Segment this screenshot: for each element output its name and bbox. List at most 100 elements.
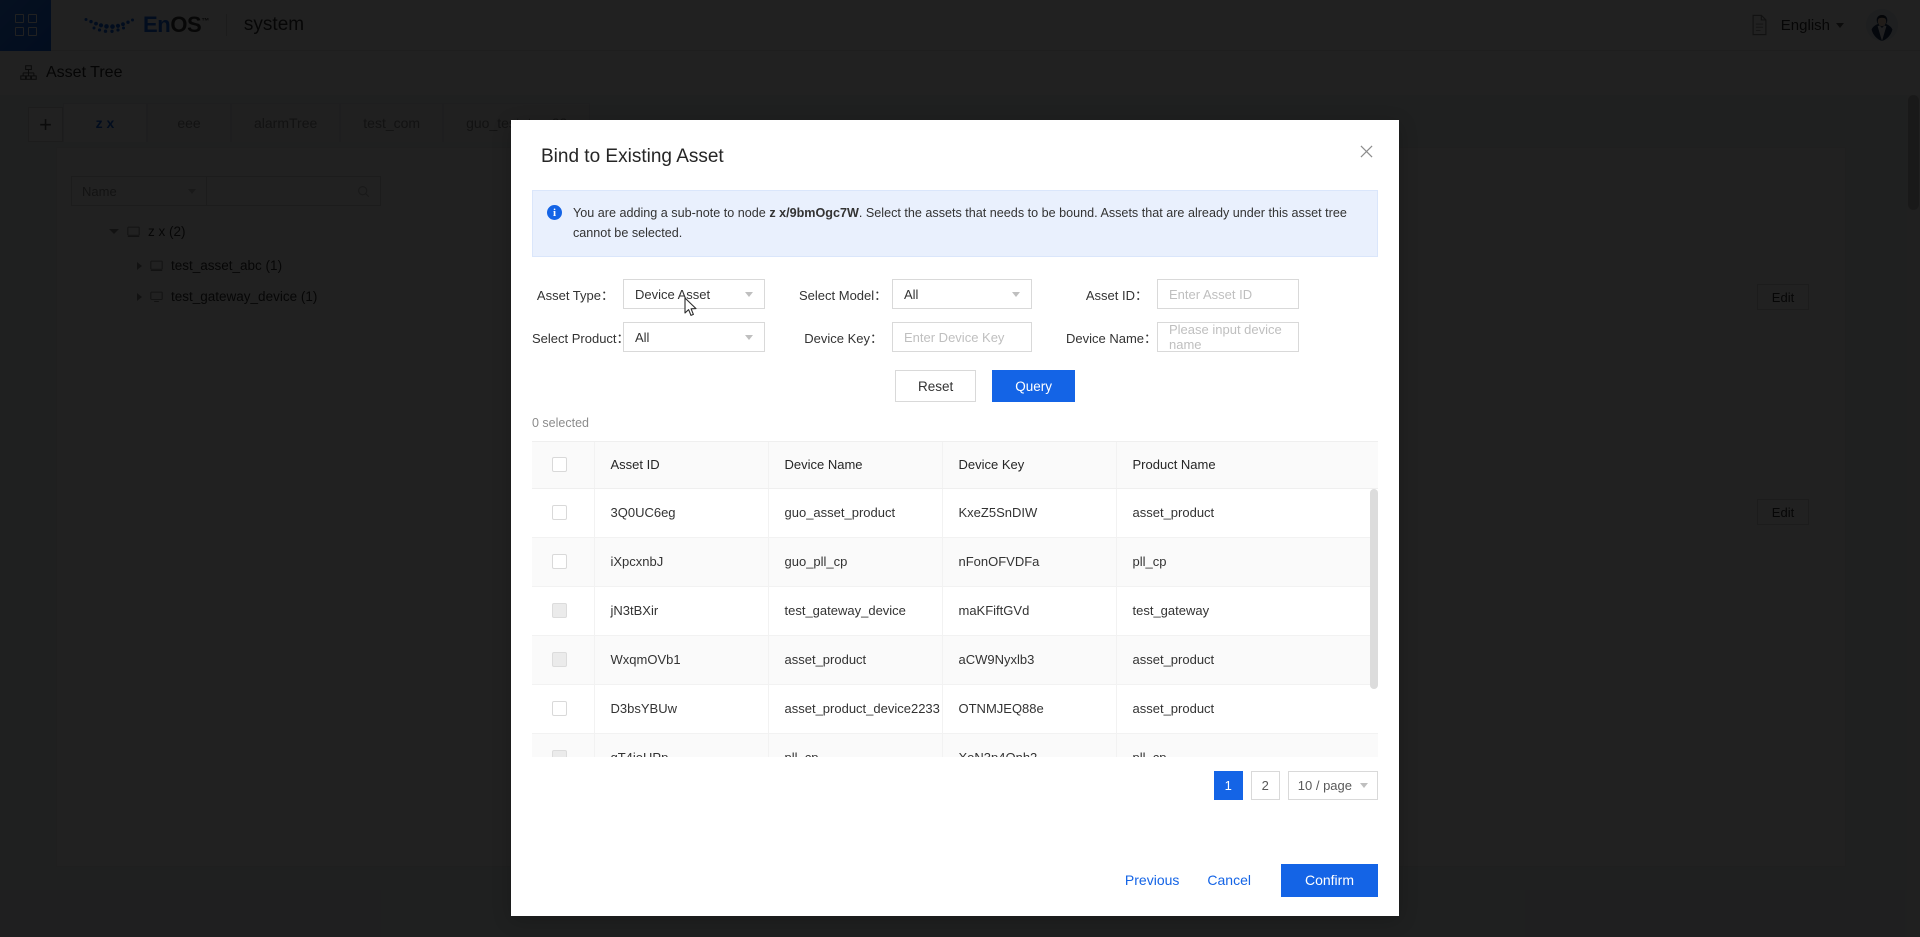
dialog-footer: Previous Cancel Confirm bbox=[511, 844, 1399, 916]
cell-device-name: asset_product bbox=[768, 635, 942, 684]
cell-device-key: nFonOFVDFa bbox=[942, 537, 1116, 586]
column-product-name: Product Name bbox=[1116, 442, 1378, 488]
column-asset-id: Asset ID bbox=[594, 442, 768, 488]
select-model-field: Select Model： All bbox=[799, 279, 1032, 309]
cell-device-name: guo_asset_product bbox=[768, 488, 942, 537]
page-size-value: 10 / page bbox=[1298, 778, 1352, 793]
row-checkbox bbox=[552, 652, 567, 667]
chevron-down-icon bbox=[745, 335, 753, 340]
cell-product-name: asset_product bbox=[1116, 488, 1378, 537]
row-checkbox bbox=[552, 603, 567, 618]
device-name-input[interactable]: Please input device name bbox=[1157, 322, 1299, 352]
row-checkbox-cell bbox=[532, 488, 594, 537]
select-model-label: Select Model： bbox=[799, 285, 883, 304]
select-model-select[interactable]: All bbox=[892, 279, 1032, 309]
cell-device-key: OTNMJEQ88e bbox=[942, 684, 1116, 733]
page-2-button[interactable]: 2 bbox=[1251, 771, 1280, 800]
select-product-label: Select Product： bbox=[532, 328, 614, 347]
cell-product-name: pll_cp bbox=[1116, 733, 1378, 757]
table-row[interactable]: gT4joHPp pll_cp XoN3p4Qnh2 pll_cp bbox=[532, 733, 1378, 757]
row-checkbox[interactable] bbox=[552, 701, 567, 716]
cell-asset-id: WxqmOVb1 bbox=[594, 635, 768, 684]
device-name-field: Device Name： Please input device name bbox=[1066, 322, 1299, 352]
column-device-key: Device Key bbox=[942, 442, 1116, 488]
dialog-header: Bind to Existing Asset bbox=[511, 120, 1399, 168]
bind-to-existing-asset-dialog: Bind to Existing Asset i You are adding … bbox=[511, 120, 1399, 916]
cell-device-name: test_gateway_device bbox=[768, 586, 942, 635]
info-banner: i You are adding a sub-note to node z x/… bbox=[532, 190, 1378, 257]
page-1-button[interactable]: 1 bbox=[1214, 771, 1243, 800]
row-checkbox-cell bbox=[532, 635, 594, 684]
table-row[interactable]: D3bsYBUw asset_product_device2233 OTNMJE… bbox=[532, 684, 1378, 733]
dialog-title: Bind to Existing Asset bbox=[541, 146, 1369, 168]
selected-count: 0 selected bbox=[532, 416, 1399, 430]
select-model-value: All bbox=[904, 287, 918, 302]
filter-form: Asset Type： Device Asset Select Model： A… bbox=[532, 279, 1378, 352]
info-circle-icon: i bbox=[547, 205, 562, 220]
cell-device-name: asset_product_device2233 bbox=[768, 684, 942, 733]
cell-device-key: XoN3p4Qnh2 bbox=[942, 733, 1116, 757]
cell-device-name: guo_pll_cp bbox=[768, 537, 942, 586]
select-product-field: Select Product： All bbox=[532, 322, 765, 352]
row-checkbox bbox=[552, 750, 567, 757]
device-key-input[interactable]: Enter Device Key bbox=[892, 322, 1032, 352]
device-key-label: Device Key： bbox=[799, 328, 883, 347]
cell-product-name: test_gateway bbox=[1116, 586, 1378, 635]
cell-asset-id: iXpcxnbJ bbox=[594, 537, 768, 586]
cell-asset-id: D3bsYBUw bbox=[594, 684, 768, 733]
device-key-field: Device Key： Enter Device Key bbox=[799, 322, 1032, 352]
row-checkbox-cell bbox=[532, 537, 594, 586]
confirm-button[interactable]: Confirm bbox=[1281, 864, 1378, 897]
cell-asset-id: gT4joHPp bbox=[594, 733, 768, 757]
asset-type-field: Asset Type： Device Asset bbox=[532, 279, 765, 309]
page-size-select[interactable]: 10 / page bbox=[1288, 771, 1378, 800]
info-node-name: z x/9bmOgc7W bbox=[769, 206, 859, 220]
select-product-select[interactable]: All bbox=[623, 322, 765, 352]
cell-product-name: pll_cp bbox=[1116, 537, 1378, 586]
cancel-button[interactable]: Cancel bbox=[1207, 872, 1251, 888]
table-scrollbar[interactable] bbox=[1370, 489, 1378, 757]
cell-device-name: pll_cp bbox=[768, 733, 942, 757]
pagination: 1 2 10 / page bbox=[511, 771, 1378, 800]
info-banner-text: You are adding a sub-note to node z x/9b… bbox=[573, 204, 1361, 243]
cell-device-key: aCW9Nyxlb3 bbox=[942, 635, 1116, 684]
query-button[interactable]: Query bbox=[992, 370, 1075, 402]
assets-table-body: 3Q0UC6eg guo_asset_product KxeZ5SnDIW as… bbox=[532, 488, 1378, 757]
cell-product-name: asset_product bbox=[1116, 684, 1378, 733]
close-icon[interactable] bbox=[1353, 138, 1379, 164]
assets-table: Asset ID Device Name Device Key Product … bbox=[532, 442, 1378, 757]
assets-table-head: Asset ID Device Name Device Key Product … bbox=[532, 442, 1378, 488]
cell-asset-id: jN3tBXir bbox=[594, 586, 768, 635]
assets-table-container: Asset ID Device Name Device Key Product … bbox=[532, 441, 1378, 757]
cell-device-key: maKFiftGVd bbox=[942, 586, 1116, 635]
column-device-name: Device Name bbox=[768, 442, 942, 488]
table-row[interactable]: jN3tBXir test_gateway_device maKFiftGVd … bbox=[532, 586, 1378, 635]
select-product-value: All bbox=[635, 330, 649, 345]
table-row[interactable]: WxqmOVb1 asset_product aCW9Nyxlb3 asset_… bbox=[532, 635, 1378, 684]
chevron-down-icon bbox=[745, 292, 753, 297]
cell-asset-id: 3Q0UC6eg bbox=[594, 488, 768, 537]
row-checkbox[interactable] bbox=[552, 505, 567, 520]
reset-button[interactable]: Reset bbox=[895, 370, 976, 402]
table-row[interactable]: iXpcxnbJ guo_pll_cp nFonOFVDFa pll_cp bbox=[532, 537, 1378, 586]
chevron-down-icon bbox=[1360, 783, 1368, 788]
info-text-before: You are adding a sub-note to node bbox=[573, 206, 769, 220]
mouse-cursor-icon bbox=[684, 297, 698, 322]
table-scrollbar-thumb[interactable] bbox=[1370, 489, 1378, 689]
cell-device-key: KxeZ5SnDIW bbox=[942, 488, 1116, 537]
asset-type-label: Asset Type： bbox=[532, 285, 614, 304]
row-checkbox[interactable] bbox=[552, 554, 567, 569]
previous-button[interactable]: Previous bbox=[1125, 872, 1179, 888]
filter-actions: Reset Query bbox=[511, 370, 1399, 402]
asset-type-value: Device Asset bbox=[635, 287, 710, 302]
table-header-row: Asset ID Device Name Device Key Product … bbox=[532, 442, 1378, 488]
row-checkbox-cell bbox=[532, 733, 594, 757]
chevron-down-icon bbox=[1012, 292, 1020, 297]
table-row[interactable]: 3Q0UC6eg guo_asset_product KxeZ5SnDIW as… bbox=[532, 488, 1378, 537]
select-all-checkbox[interactable] bbox=[552, 457, 567, 472]
asset-id-label: Asset ID： bbox=[1066, 285, 1148, 304]
asset-id-field: Asset ID： Enter Asset ID bbox=[1066, 279, 1299, 309]
asset-id-input[interactable]: Enter Asset ID bbox=[1157, 279, 1299, 309]
cell-product-name: asset_product bbox=[1116, 635, 1378, 684]
device-name-label: Device Name： bbox=[1066, 328, 1148, 347]
